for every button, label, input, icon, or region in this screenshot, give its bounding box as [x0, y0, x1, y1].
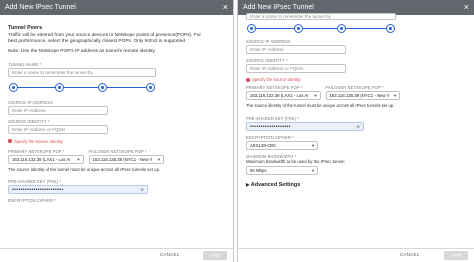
psk-input[interactable]: •••••••••••••••••••••••• ⊘ — [8, 184, 148, 194]
source-identity-label: SOURCE IDENTITY * — [246, 58, 288, 63]
source-ip-label: SOURCE IP ADDRESS — [246, 39, 291, 44]
right-dialog: Add New IPsec Tunnel × Enter a name to r… — [237, 0, 474, 262]
cipher-value: AES128-CBC — [250, 143, 277, 149]
psk-label: PRE-SHARED KEY (PSK) * — [8, 178, 62, 184]
primary-pop-value: 163.116.132.38 (LAX1 - Los Ar — [12, 156, 71, 162]
source-ip-input[interactable]: Enter IP Address — [246, 45, 346, 54]
section-title: Tunnel Peers — [8, 25, 43, 31]
source-identity-error: Specify the Source Identity — [8, 139, 225, 144]
chevron-down-icon: ▼ — [313, 93, 318, 98]
intro-text-2: best performance, select the geographica… — [8, 39, 186, 45]
primary-pop-value: 163.116.132.38 (LAX1 - Los Ar — [250, 93, 309, 98]
cancel-button[interactable]: CANCEL — [400, 252, 419, 257]
error-icon — [246, 77, 250, 82]
error-icon — [8, 139, 12, 144]
chevron-down-icon: ▼ — [393, 93, 397, 98]
primary-pop-group: PRIMARY NETSKOPE POP * 163.116.132.38 (L… — [246, 85, 321, 100]
tunnel-name-input[interactable]: Enter a name to remember the tunnel by — [8, 67, 156, 77]
tunnel-diagram — [246, 23, 396, 35]
error-text: Specify the Source Identity — [252, 77, 301, 82]
source-ip-label: SOURCE IP ADDRESS — [8, 99, 53, 105]
tunnel-node-icon — [55, 82, 64, 92]
failover-pop-value: 163.116.135.38 (NYC1 - New Y — [92, 156, 153, 162]
primary-pop-select[interactable]: 163.116.132.38 (LAX1 - Los Ar ▼ — [8, 154, 84, 164]
primary-pop-select[interactable]: 163.116.132.38 (LAX1 - Los Ar ▼ — [246, 91, 321, 100]
source-identity-error: Specify the Source Identity — [246, 77, 466, 82]
dialog-body: Tunnel Peers Traffic will be steered fro… — [0, 25, 233, 203]
primary-pop-group: PRIMARY NETSKOPE POP * 163.116.132.38 (L… — [8, 149, 84, 164]
failover-pop-select[interactable]: 163.116.135.38 (NYC1 - New Y ▼ — [325, 91, 400, 100]
dialog-footer: CANCEL SAVE — [238, 248, 474, 262]
psk-input[interactable]: ••••••••••••••••••• ⊘ — [246, 122, 364, 132]
psk-value: •••••••••••••••••••••••• — [12, 186, 64, 193]
failover-pop-label: FAILOVER NETSKOPE POP * — [88, 148, 147, 154]
dialog-title: Add New IPsec Tunnel — [5, 4, 76, 11]
dialog-header: Add New IPsec Tunnel × — [0, 0, 233, 15]
pop-row: PRIMARY NETSKOPE POP * 163.116.132.38 (L… — [8, 149, 164, 164]
left-dialog: Add New IPsec Tunnel × Tunnel Peers Traf… — [0, 0, 234, 262]
pop-node-icon — [386, 24, 395, 33]
primary-pop-label: PRIMARY NETSKOPE POP * — [246, 85, 303, 90]
pop-node-icon — [146, 82, 155, 92]
save-button[interactable]: SAVE — [444, 251, 468, 260]
cipher-select[interactable]: AES128-CBC ▼ — [246, 141, 318, 151]
pop-row: PRIMARY NETSKOPE POP * 163.116.132.38 (L… — [246, 85, 400, 100]
source-identity-label: SOURCE IDENTITY * — [8, 118, 50, 124]
source-identity-input[interactable]: Enter IP Address or FQDN — [8, 124, 108, 134]
chevron-down-icon: ▼ — [76, 156, 81, 162]
identity-note: The source identity of the tunnel must b… — [8, 166, 161, 172]
failover-pop-select[interactable]: 163.116.135.38 (NYC1 - New Y ▼ — [88, 154, 164, 164]
tunnel-line — [14, 86, 150, 88]
tunnel-node-icon — [98, 82, 107, 92]
advanced-settings-label: Advanced Settings — [250, 182, 301, 189]
identity-note: The source identity of the tunnel must b… — [246, 103, 395, 108]
tunnel-line — [252, 28, 390, 29]
failover-pop-label: FAILOVER NETSKOPE POP * — [325, 85, 384, 90]
cipher-label: ENCRYPTION CIPHER * — [246, 135, 295, 141]
eye-off-icon[interactable]: ⊘ — [140, 186, 144, 193]
tunnel-name-input[interactable]: Enter a name to remember the tunnel by — [246, 13, 396, 20]
error-text: Specify the Source Identity — [14, 138, 63, 144]
cipher-label: ENCRYPTION CIPHER * — [8, 197, 57, 203]
tunnel-name-label: TUNNEL NAME * — [8, 61, 42, 67]
close-icon[interactable]: × — [223, 0, 228, 15]
dialog-footer: CANCEL SAVE — [0, 248, 233, 262]
source-identity-input[interactable]: Enter IP Address or FQDN — [246, 64, 346, 73]
chevron-down-icon: ▼ — [311, 168, 315, 174]
psk-label: PRE-SHARED KEY (PSK) * — [246, 116, 300, 122]
psk-value: ••••••••••••••••••• — [250, 124, 291, 131]
save-button[interactable]: SAVE — [203, 251, 227, 260]
failover-pop-group: FAILOVER NETSKOPE POP * 163.116.135.38 (… — [88, 148, 164, 164]
cancel-button[interactable]: CANCEL — [160, 252, 179, 257]
primary-pop-label: PRIMARY NETSKOPE POP * — [8, 148, 65, 154]
dialog-body: Enter a name to remember the tunnel by S… — [238, 13, 474, 188]
triangle-right-icon: ▶ — [246, 182, 250, 188]
eye-off-icon[interactable]: ⊘ — [356, 123, 360, 130]
bandwidth-note: Maximum bandwidth to be used by the IPse… — [246, 159, 345, 165]
source-node-icon — [9, 82, 18, 92]
tunnel-node-icon — [337, 24, 346, 33]
advanced-settings-toggle[interactable]: ▶ Advanced Settings — [246, 182, 466, 188]
chevron-down-icon: ▼ — [157, 156, 161, 162]
source-ip-input[interactable]: Enter IP Address — [8, 105, 108, 115]
note-text: Note: Use the Netskope POP's IP address … — [8, 49, 156, 55]
dialog-title: Add New IPsec Tunnel — [243, 4, 314, 11]
tunnel-diagram — [8, 82, 156, 94]
chevron-down-icon: ▼ — [311, 143, 315, 149]
source-node-icon — [247, 24, 256, 33]
bandwidth-select[interactable]: 50 Mbps ▼ — [246, 166, 318, 176]
bandwidth-value: 50 Mbps — [250, 168, 267, 174]
failover-pop-group: FAILOVER NETSKOPE POP * 163.116.135.38 (… — [325, 85, 400, 100]
failover-pop-value: 163.116.135.38 (NYC1 - New Y — [329, 93, 390, 98]
tunnel-node-icon — [294, 24, 303, 33]
